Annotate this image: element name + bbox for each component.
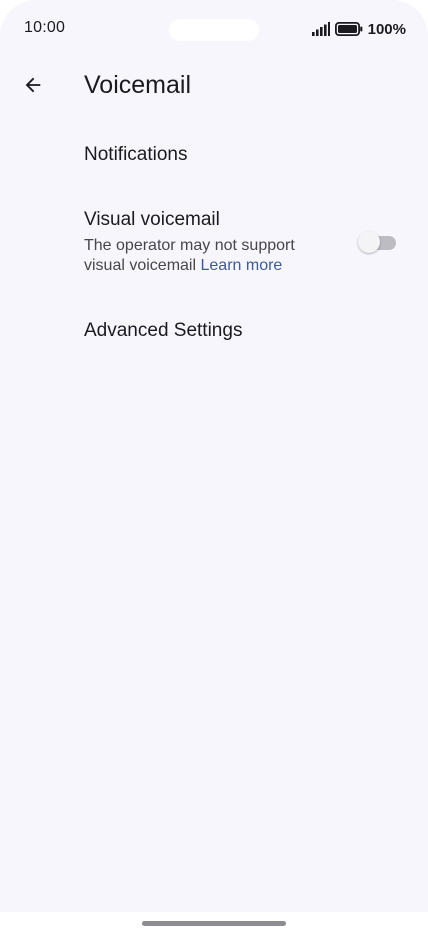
page-title: Voicemail xyxy=(84,71,191,99)
battery-icon xyxy=(334,22,363,36)
advanced-settings-setting[interactable]: Advanced Settings xyxy=(0,308,428,354)
notifications-setting[interactable]: Notifications xyxy=(0,132,428,178)
settings-screen: 10:00 100% Voicemail Notifications Visua… xyxy=(0,0,428,912)
status-icons: 100% xyxy=(311,18,406,40)
signal-icon xyxy=(311,22,330,36)
camera-cutout xyxy=(169,19,259,41)
visual-voicemail-summary: The operator may not support visual voic… xyxy=(84,236,334,276)
visual-voicemail-toggle[interactable] xyxy=(358,231,398,253)
battery-percentage: 100% xyxy=(367,20,406,38)
visual-voicemail-setting[interactable]: Visual voicemail The operator may not su… xyxy=(0,198,428,288)
home-indicator[interactable] xyxy=(142,921,286,926)
arrow-back-icon xyxy=(25,77,41,93)
notifications-title: Notifications xyxy=(84,144,188,165)
status-time: 10:00 xyxy=(24,19,66,36)
back-button[interactable] xyxy=(13,65,53,105)
visual-voicemail-title: Visual voicemail xyxy=(84,209,220,230)
learn-more-link[interactable]: Learn more xyxy=(201,257,283,274)
toggle-thumb xyxy=(358,231,380,253)
advanced-settings-title: Advanced Settings xyxy=(84,320,243,341)
